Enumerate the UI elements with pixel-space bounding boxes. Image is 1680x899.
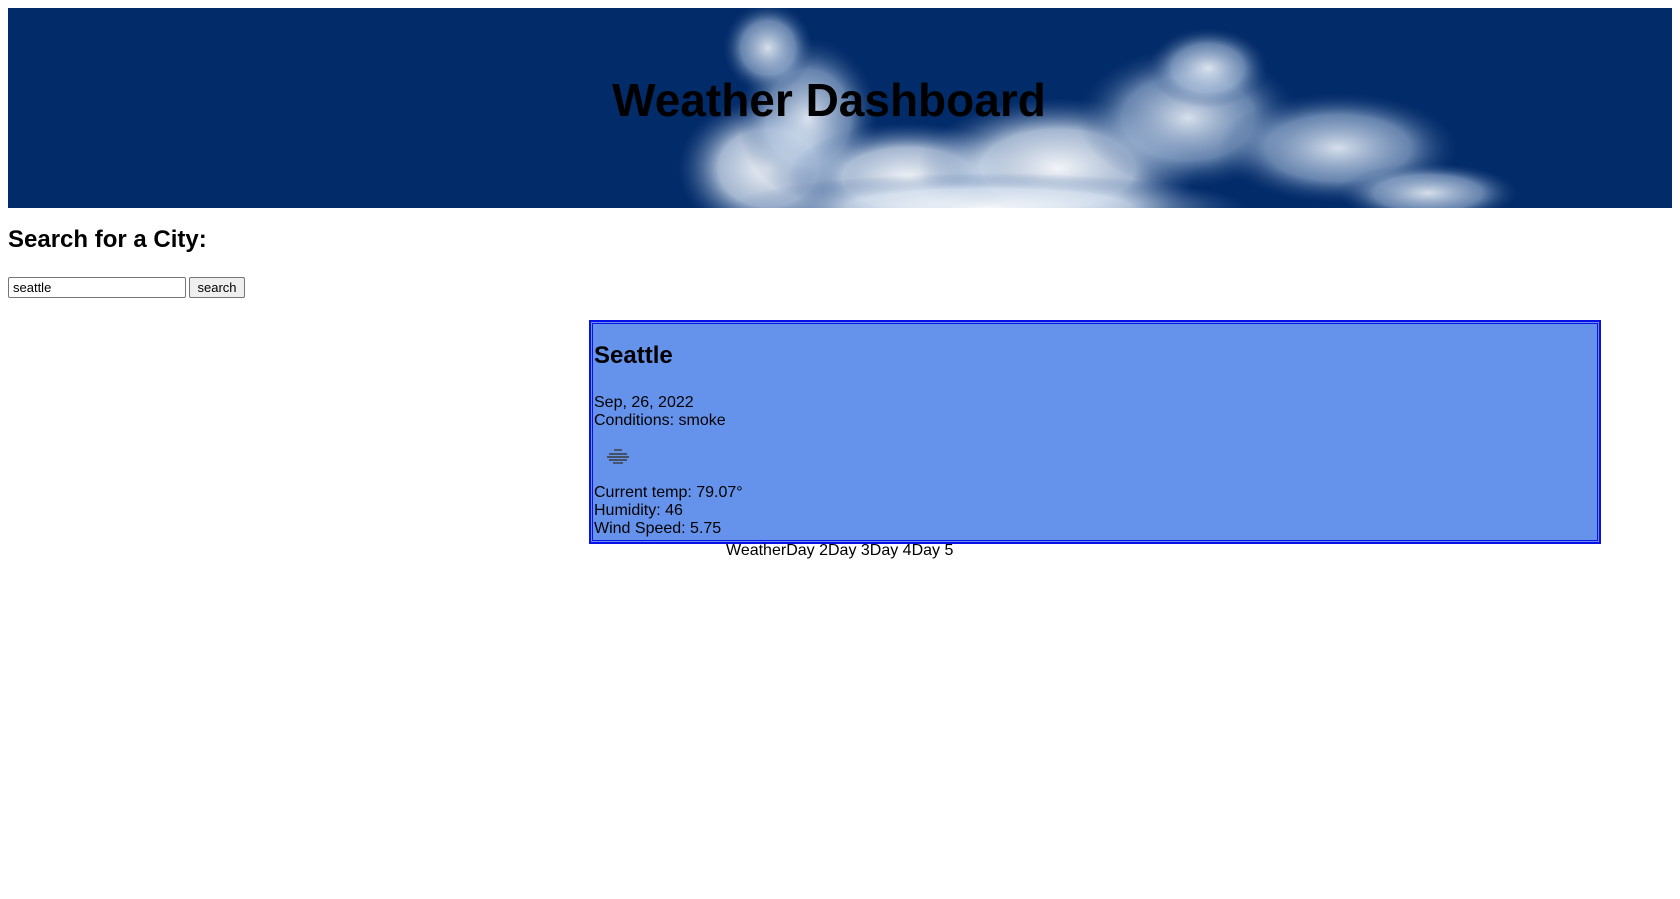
search-input[interactable] <box>8 277 186 298</box>
forecast-label-day-2: Day 2 <box>786 542 828 559</box>
current-weather-card: Seattle Sep, 26, 2022 Conditions: smoke … <box>589 320 1601 544</box>
page: Weather Dashboard Search for a City: sea… <box>0 0 1680 899</box>
forecast-label-day-4: Day 4 <box>869 542 912 559</box>
current-temp: Current temp: 79.07° <box>594 484 743 501</box>
search-button[interactable]: search <box>189 277 245 298</box>
forecast-label-day-3: Day 3 <box>827 542 870 559</box>
search-heading: Search for a City: <box>8 226 207 253</box>
current-wind-speed: Wind Speed: 5.75 <box>594 520 722 537</box>
city-name: Seattle <box>594 342 673 369</box>
page-title: Weather Dashboard <box>612 74 1046 126</box>
current-date: Sep, 26, 2022 <box>594 394 694 411</box>
forecast-label-day-5: Day 5 <box>911 542 954 559</box>
current-humidity: Humidity: 46 <box>594 502 683 519</box>
smoke-haze-icon <box>607 449 629 464</box>
header-banner: Weather Dashboard <box>8 8 1672 208</box>
forecast-label-weather: Weather <box>726 542 787 559</box>
current-conditions: Conditions: smoke <box>594 412 726 429</box>
forecast-labels: WeatherDay 2Day 3Day 4Day 5 <box>726 542 953 560</box>
